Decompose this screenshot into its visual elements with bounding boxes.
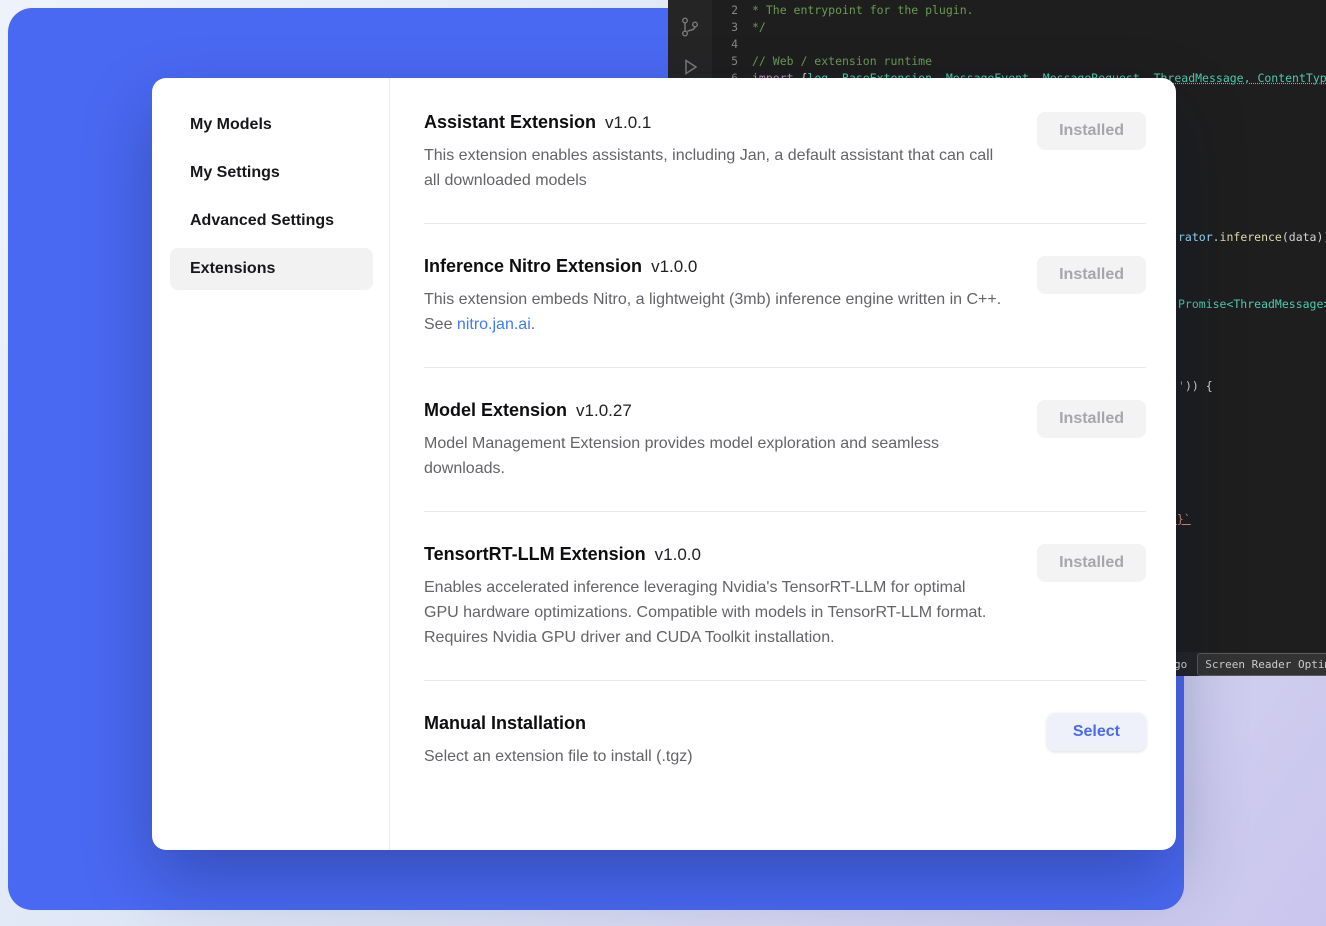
extension-title: Model Extensionv1.0.27 xyxy=(424,400,1002,421)
extension-version: v1.0.0 xyxy=(651,257,697,276)
line-number: 2 xyxy=(712,2,738,19)
code-fragment: rator.inference(data)); xyxy=(1178,229,1326,246)
code-fragment: Promise<ThreadMessage> xyxy=(1178,296,1326,313)
extension-version: v1.0.1 xyxy=(605,113,651,132)
run-debug-icon[interactable] xyxy=(679,56,701,78)
source-control-icon[interactable] xyxy=(679,16,701,38)
extension-row-tensorrt: TensortRT-LLM Extensionv1.0.0 Enables ac… xyxy=(424,511,1146,680)
settings-modal: My Models My Settings Advanced Settings … xyxy=(152,78,1176,850)
extension-title: Inference Nitro Extensionv1.0.0 xyxy=(424,256,1002,277)
extension-description: This extension enables assistants, inclu… xyxy=(424,143,1002,193)
line-number: 4 xyxy=(712,36,738,53)
code-fragment: ')) { xyxy=(1178,378,1213,395)
code-comment: */ xyxy=(752,19,766,36)
extension-row-assistant: Assistant Extensionv1.0.1 This extension… xyxy=(424,80,1146,223)
manual-installation-title: Manual Installation xyxy=(424,713,1002,734)
select-file-button[interactable]: Select xyxy=(1047,713,1146,751)
line-number: 5 xyxy=(712,53,738,70)
extension-version: v1.0.27 xyxy=(576,401,632,420)
installed-button[interactable]: Installed xyxy=(1037,544,1146,582)
extension-row-model: Model Extensionv1.0.27 Model Management … xyxy=(424,367,1146,511)
manual-installation-row: Manual Installation Select an extension … xyxy=(424,680,1146,799)
extension-description: Model Management Extension provides mode… xyxy=(424,431,1002,481)
extension-row-nitro: Inference Nitro Extensionv1.0.0 This ext… xyxy=(424,223,1146,367)
code-lines: 2 * The entrypoint for the plugin. 3 */ … xyxy=(712,2,1326,87)
sidebar-item-extensions[interactable]: Extensions xyxy=(170,248,373,290)
extension-title: TensortRT-LLM Extensionv1.0.0 xyxy=(424,544,1002,565)
extension-description: Enables accelerated inference leveraging… xyxy=(424,575,1002,650)
installed-button[interactable]: Installed xyxy=(1037,400,1146,438)
extensions-list: Assistant Extensionv1.0.1 This extension… xyxy=(390,78,1176,850)
nitro-jan-ai-link[interactable]: nitro.jan.ai xyxy=(457,316,531,333)
extension-description: This extension embeds Nitro, a lightweig… xyxy=(424,287,1002,337)
screen-reader-chip[interactable]: Screen Reader Optimize xyxy=(1197,653,1326,676)
settings-sidebar: My Models My Settings Advanced Settings … xyxy=(152,78,390,850)
manual-installation-description: Select an extension file to install (.tg… xyxy=(424,744,1002,769)
installed-button[interactable]: Installed xyxy=(1037,256,1146,294)
extension-title: Assistant Extensionv1.0.1 xyxy=(424,112,1002,133)
line-number: 3 xyxy=(712,19,738,36)
sidebar-item-my-models[interactable]: My Models xyxy=(170,104,373,146)
installed-button[interactable]: Installed xyxy=(1037,112,1146,150)
extension-version: v1.0.0 xyxy=(655,545,701,564)
sidebar-item-advanced-settings[interactable]: Advanced Settings xyxy=(170,200,373,242)
sidebar-item-my-settings[interactable]: My Settings xyxy=(170,152,373,194)
code-comment: // Web / extension runtime xyxy=(752,53,932,70)
code-comment: * The entrypoint for the plugin. xyxy=(752,2,974,19)
